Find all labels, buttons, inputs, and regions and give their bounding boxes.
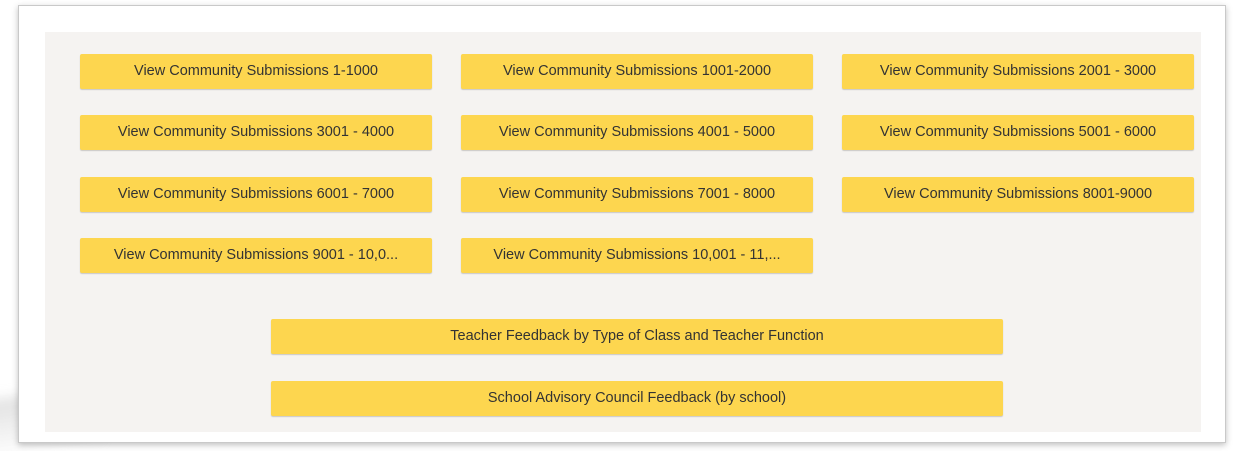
community-submissions-10001-11000-button[interactable]: View Community Submissions 10,001 - 11,.… bbox=[461, 238, 813, 273]
community-submissions-2001-3000-button[interactable]: View Community Submissions 2001 - 3000 bbox=[842, 54, 1194, 89]
community-submissions-1-1000-button[interactable]: View Community Submissions 1-1000 bbox=[80, 54, 432, 89]
community-submissions-4001-5000-button[interactable]: View Community Submissions 4001 - 5000 bbox=[461, 115, 813, 150]
community-submissions-5001-6000-button[interactable]: View Community Submissions 5001 - 6000 bbox=[842, 115, 1194, 150]
teacher-feedback-button[interactable]: Teacher Feedback by Type of Class and Te… bbox=[271, 319, 1003, 354]
content-frame: View Community Submissions 1-1000 View C… bbox=[18, 5, 1226, 443]
screenshot-stage: View Community Submissions 1-1000 View C… bbox=[0, 0, 1237, 451]
community-submissions-1001-2000-button[interactable]: View Community Submissions 1001-2000 bbox=[461, 54, 813, 89]
community-submissions-3001-4000-button[interactable]: View Community Submissions 3001 - 4000 bbox=[80, 115, 432, 150]
submissions-panel: View Community Submissions 1-1000 View C… bbox=[45, 32, 1201, 432]
community-submissions-6001-7000-button[interactable]: View Community Submissions 6001 - 7000 bbox=[80, 177, 432, 212]
school-advisory-council-feedback-button[interactable]: School Advisory Council Feedback (by sch… bbox=[271, 381, 1003, 416]
community-submissions-7001-8000-button[interactable]: View Community Submissions 7001 - 8000 bbox=[461, 177, 813, 212]
community-submissions-8001-9000-button[interactable]: View Community Submissions 8001-9000 bbox=[842, 177, 1194, 212]
community-submissions-9001-10000-button[interactable]: View Community Submissions 9001 - 10,0..… bbox=[80, 238, 432, 273]
